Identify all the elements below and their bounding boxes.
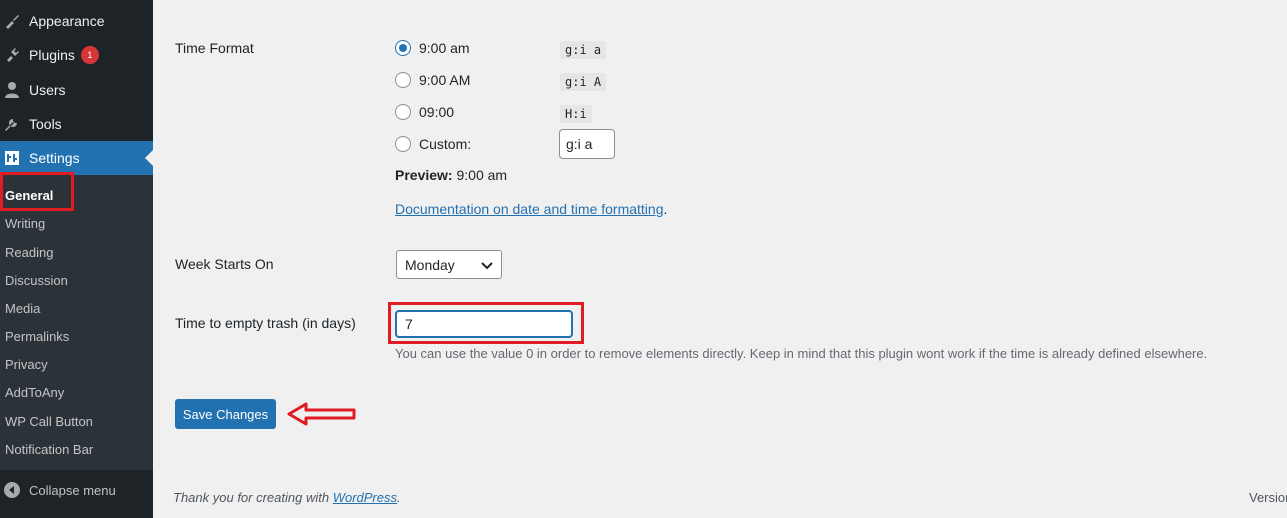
wrench-icon xyxy=(2,114,22,134)
menu-label-plugins: Plugins xyxy=(29,47,75,63)
footer-thanks: Thank you for creating with WordPress. xyxy=(173,490,401,505)
preview-label: Preview: xyxy=(395,167,453,183)
custom-format-input[interactable]: g:i a xyxy=(559,129,615,159)
footer-version: Version xyxy=(1249,490,1287,505)
radio-button[interactable] xyxy=(395,104,411,120)
footer-suffix: . xyxy=(397,490,401,505)
trash-help-text: You can use the value 0 in order to remo… xyxy=(395,346,1208,361)
menu-label-appearance: Appearance xyxy=(29,13,105,29)
collapse-arrow-icon xyxy=(4,482,20,498)
red-arrow-icon xyxy=(287,402,356,426)
menu-item-appearance[interactable]: Appearance xyxy=(0,4,153,38)
menu-item-plugins[interactable]: Plugins 1 xyxy=(0,38,153,72)
brush-icon xyxy=(2,11,22,31)
collapse-menu-label: Collapse menu xyxy=(29,482,116,498)
week-starts-label: Week Starts On xyxy=(175,256,274,272)
submenu-item-reading[interactable]: Reading xyxy=(5,243,53,263)
format-code: g:i A xyxy=(560,73,607,91)
time-format-option-custom[interactable]: Custom: xyxy=(395,136,471,152)
time-format-option-1[interactable]: 9:00 am xyxy=(395,40,470,56)
submenu-item-media[interactable]: Media xyxy=(5,299,40,319)
time-preview: Preview: 9:00 am xyxy=(395,167,507,183)
chevron-down-icon xyxy=(481,257,493,273)
collapse-menu-button[interactable]: Collapse menu xyxy=(0,478,153,502)
option-label: Custom: xyxy=(419,136,472,152)
menu-item-tools[interactable]: Tools xyxy=(0,107,153,141)
submenu-item-addtoany[interactable]: AddToAny xyxy=(5,383,64,403)
submenu-item-wp-call-button[interactable]: WP Call Button xyxy=(5,412,93,432)
submenu-item-permalinks[interactable]: Permalinks xyxy=(5,327,69,347)
menu-item-users[interactable]: Users xyxy=(0,73,153,107)
preview-value: 9:00 am xyxy=(456,167,508,183)
format-code: g:i a xyxy=(560,41,607,59)
menu-label-users: Users xyxy=(29,82,66,98)
option-label: 9:00 AM xyxy=(419,72,471,88)
option-label: 9:00 am xyxy=(419,40,470,56)
wordpress-link[interactable]: WordPress xyxy=(333,490,397,505)
time-format-option-3[interactable]: 09:00 xyxy=(395,104,454,120)
submenu-item-notification-bar[interactable]: Notification Bar xyxy=(5,440,93,460)
time-format-label: Time Format xyxy=(175,40,254,56)
radio-button[interactable] xyxy=(395,40,411,56)
week-starts-select[interactable]: Monday xyxy=(396,250,502,279)
submenu-item-privacy[interactable]: Privacy xyxy=(5,355,48,375)
settings-icon xyxy=(2,148,22,168)
option-label: 09:00 xyxy=(419,104,455,120)
radio-button[interactable] xyxy=(395,136,411,152)
highlight-trash-box xyxy=(388,302,584,344)
plugin-update-badge: 1 xyxy=(80,46,99,64)
menu-label-settings: Settings xyxy=(29,150,80,166)
footer-text: Thank you for creating with xyxy=(173,490,333,505)
documentation-line: Documentation on date and time formattin… xyxy=(395,201,667,217)
documentation-suffix: . xyxy=(663,201,668,217)
submenu-item-writing[interactable]: Writing xyxy=(5,214,45,234)
format-code: H:i xyxy=(560,105,592,123)
plugin-icon xyxy=(2,45,22,65)
highlight-general-box xyxy=(0,172,74,211)
submenu-item-discussion[interactable]: Discussion xyxy=(5,271,68,291)
time-format-option-2[interactable]: 9:00 AM xyxy=(395,72,470,88)
menu-item-settings[interactable]: Settings xyxy=(0,141,153,175)
user-icon xyxy=(2,80,22,100)
save-changes-button[interactable]: Save Changes xyxy=(175,399,276,429)
week-starts-value: Monday xyxy=(405,256,455,273)
trash-days-label: Time to empty trash (in days) xyxy=(175,315,356,331)
documentation-link[interactable]: Documentation on date and time formattin… xyxy=(395,201,664,217)
admin-sidebar: Appearance Plugins 1 Users Tools Setting… xyxy=(0,0,153,518)
radio-button[interactable] xyxy=(395,72,411,88)
menu-label-tools: Tools xyxy=(29,116,62,132)
